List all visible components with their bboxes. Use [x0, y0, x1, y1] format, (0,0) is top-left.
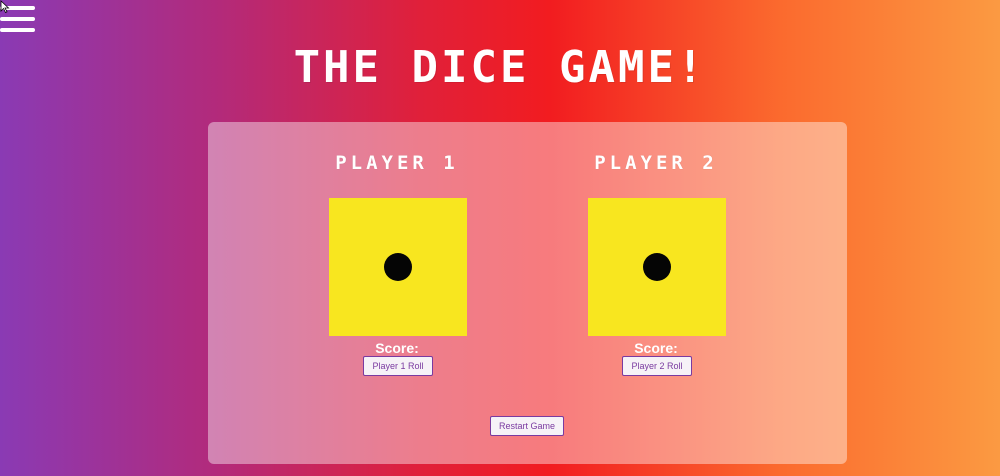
menu-bar-bottom [0, 28, 35, 32]
player-2-name: Player 2 [594, 152, 718, 174]
die-pip [643, 253, 671, 281]
game-board: Player 1 Score: Player 1 Roll Player 2 S… [208, 122, 847, 464]
mouse-cursor-icon [0, 0, 10, 14]
player-1-roll-button[interactable]: Player 1 Roll [363, 356, 433, 376]
player-1-name: Player 1 [335, 152, 459, 174]
player-1-die [329, 198, 467, 336]
menu-bar-middle [0, 17, 35, 21]
player-1-score: Score: [375, 340, 419, 356]
player-2-score: Score: [634, 340, 678, 356]
player-2-roll-button[interactable]: Player 2 Roll [622, 356, 692, 376]
restart-game-button[interactable]: Restart Game [490, 416, 564, 436]
page-title: The Dice Game! [293, 42, 707, 93]
player-2-die [588, 198, 726, 336]
die-pip [384, 253, 412, 281]
